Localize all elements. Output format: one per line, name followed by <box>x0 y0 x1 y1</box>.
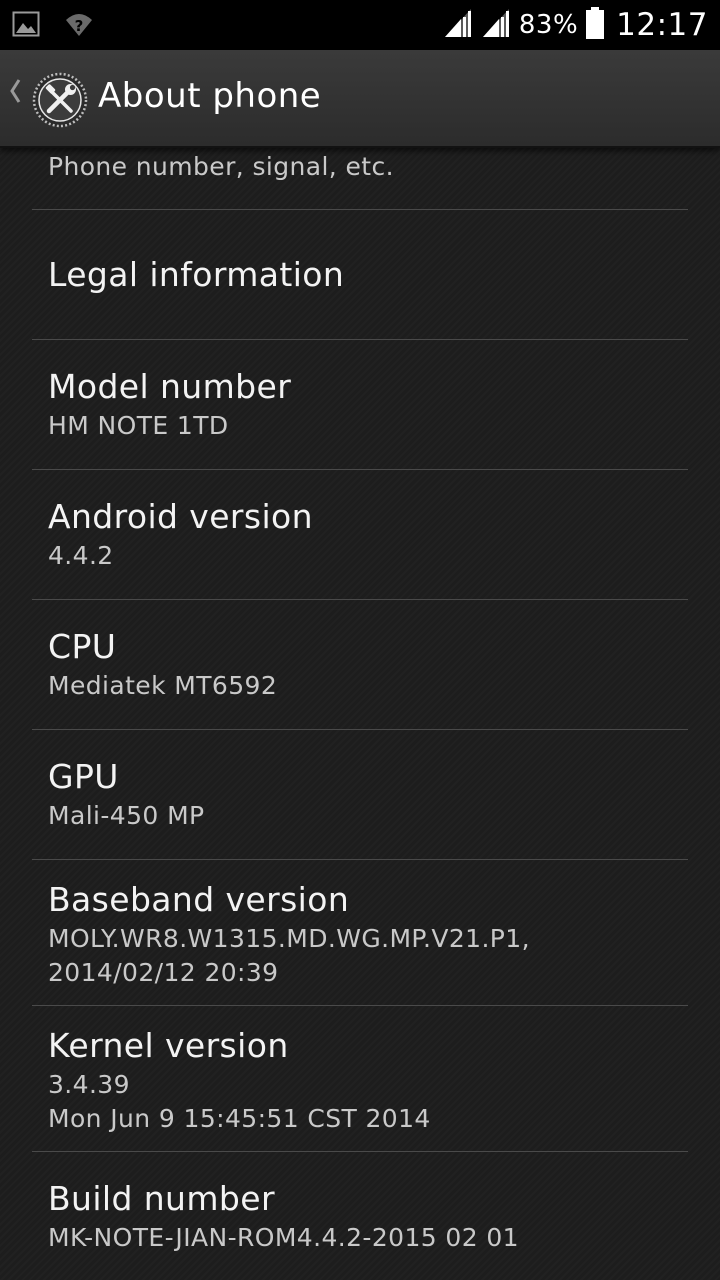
action-bar: About phone <box>0 50 720 148</box>
list-item-baseband-version[interactable]: Baseband version MOLY.WR8.W1315.MD.WG.MP… <box>32 860 688 1006</box>
svg-text:?: ? <box>75 17 84 35</box>
legal-information-title: Legal information <box>48 254 345 294</box>
baseband-version-value: MOLY.WR8.W1315.MD.WG.MP.V21.P1, 2014/02/… <box>48 924 530 987</box>
gallery-icon <box>12 11 40 41</box>
signal-icon <box>443 7 473 43</box>
build-number-title: Build number <box>48 1179 275 1218</box>
page-title: About phone <box>98 76 322 116</box>
list-item-build-number[interactable]: Build number MK-NOTE-JIAN-ROM4.4.2-2015 … <box>32 1152 688 1280</box>
model-number-title: Model number <box>48 367 292 406</box>
android-version-value: 4.4.2 <box>48 541 114 570</box>
android-version-title: Android version <box>48 497 313 536</box>
settings-tools-icon <box>32 72 88 132</box>
battery-icon <box>586 7 605 43</box>
clock: 12:17 <box>616 7 708 43</box>
list-item-legal-information[interactable]: Legal information <box>32 210 688 340</box>
baseband-version-title: Baseband version <box>48 880 350 919</box>
list-item-gpu[interactable]: GPU Mali-450 MP <box>32 730 688 860</box>
about-phone-screen: ? 83% 12:17 About phone Phone number, si… <box>0 0 720 1280</box>
build-number-value: MK-NOTE-JIAN-ROM4.4.2-2015 02 01 <box>48 1223 519 1252</box>
list-item-kernel-version[interactable]: Kernel version 3.4.39 Mon Jun 9 15:45:51… <box>32 1006 688 1152</box>
settings-list: Phone number, signal, etc. Legal informa… <box>0 148 720 1280</box>
battery-percent: 83% <box>518 10 579 40</box>
cpu-value: Mediatek MT6592 <box>48 671 278 700</box>
up-navigation-button[interactable] <box>0 50 90 146</box>
list-item-cpu[interactable]: CPU Mediatek MT6592 <box>32 600 688 730</box>
list-item-model-number[interactable]: Model number HM NOTE 1TD <box>32 340 688 470</box>
status-summary: Phone number, signal, etc. <box>48 152 394 181</box>
gpu-title: GPU <box>48 757 119 796</box>
model-number-value: HM NOTE 1TD <box>48 411 229 440</box>
status-bar: ? 83% 12:17 <box>0 0 720 50</box>
kernel-version-value: 3.4.39 Mon Jun 9 15:45:51 CST 2014 <box>48 1070 431 1133</box>
notification-icons: ? <box>12 10 94 42</box>
signal-icon <box>481 7 511 43</box>
list-item-android-version[interactable]: Android version 4.4.2 <box>32 470 688 600</box>
cpu-title: CPU <box>48 627 117 666</box>
chevron-left-icon <box>8 76 22 110</box>
kernel-version-title: Kernel version <box>48 1026 289 1065</box>
list-item-status[interactable]: Phone number, signal, etc. <box>32 148 688 210</box>
gpu-value: Mali-450 MP <box>48 801 205 830</box>
system-icons: 83% 12:17 <box>443 0 708 50</box>
wifi-question-icon: ? <box>64 10 94 42</box>
